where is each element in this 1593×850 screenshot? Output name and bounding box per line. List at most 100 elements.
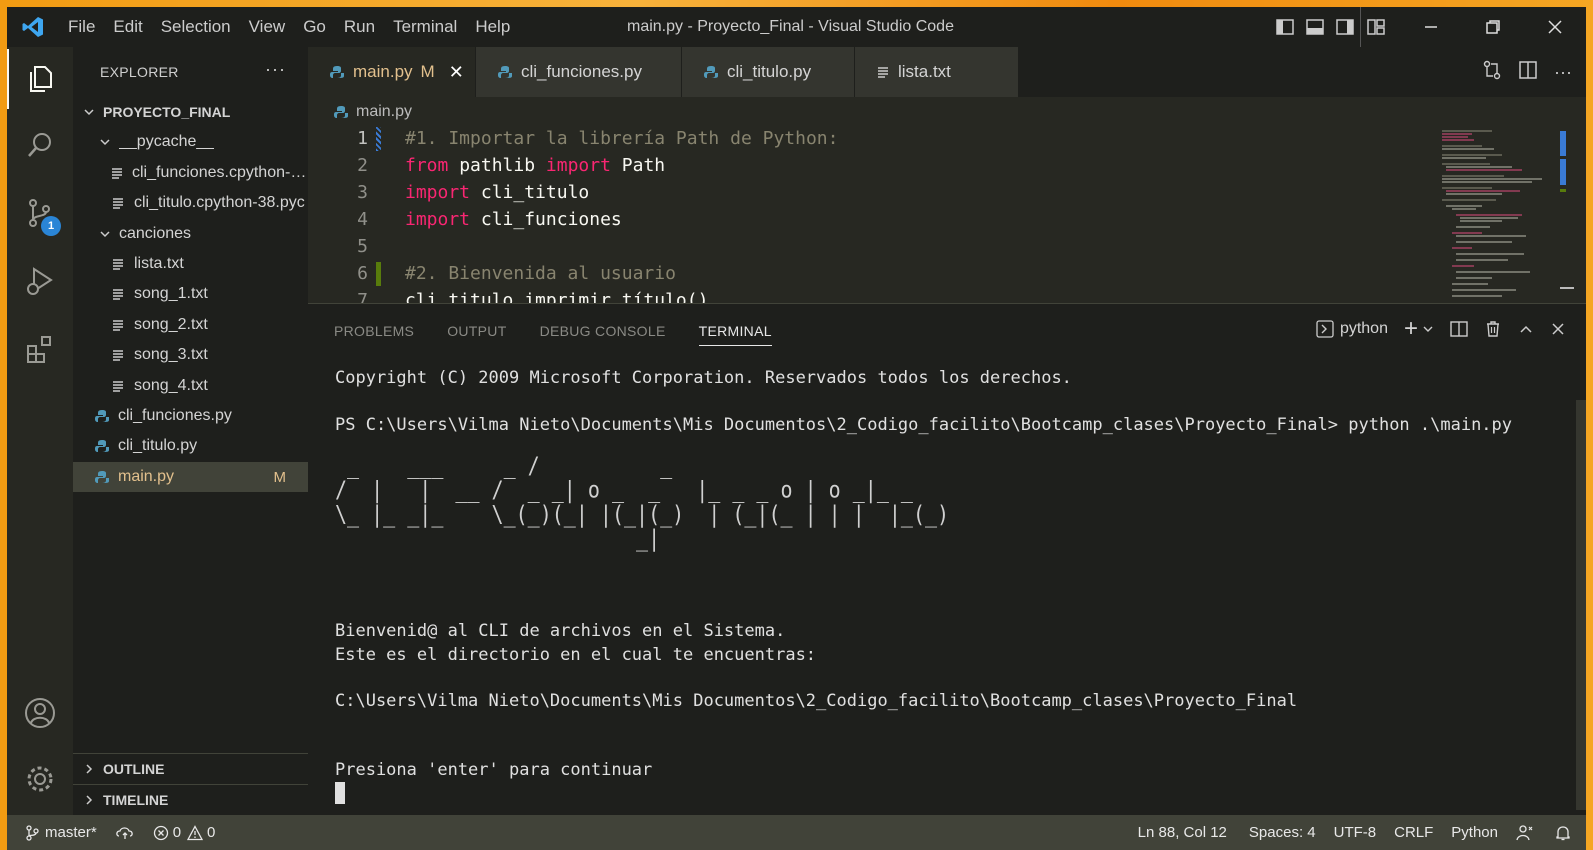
minimap[interactable] [1432,125,1582,303]
chevron-down-icon [81,104,97,120]
explorer-title: EXPLORER [100,64,179,80]
terminal-output[interactable]: Copyright (C) 2009 Microsoft Corporation… [335,368,1512,804]
tab-cli-funciones[interactable]: cli_funciones.py [476,47,682,97]
settings-gear-icon[interactable] [7,749,73,809]
file-cli-funciones-py[interactable]: cli_funciones.py [73,401,308,431]
run-debug-icon[interactable] [7,251,73,311]
timeline-section[interactable]: TIMELINE [73,784,308,814]
encoding[interactable]: UTF-8 [1325,815,1386,850]
menu-go[interactable]: Go [294,7,335,47]
vscode-logo-icon[interactable] [7,7,59,47]
text-file-icon [111,165,123,181]
file-cli-funciones-pyc[interactable]: cli_funciones.cpython-38.pyc [73,158,308,188]
extensions-icon[interactable] [7,319,73,379]
explorer-icon[interactable] [7,49,73,109]
python-file-icon [95,438,109,454]
branch-status[interactable]: master* [7,815,106,850]
close-tab-icon[interactable]: ✕ [449,62,464,83]
terminal-shell-name[interactable]: python [1340,320,1388,338]
panel-actions: python + [1316,314,1566,344]
text-file-icon [877,66,889,78]
language-mode[interactable]: Python [1442,815,1507,850]
search-icon[interactable] [7,115,73,175]
code-editor[interactable]: 1 #1. Importar la librería Path de Python… [308,125,1428,303]
sync-icon[interactable] [106,815,144,850]
split-editor-icon[interactable] [1518,60,1538,85]
text-file-icon [111,347,125,363]
indentation[interactable]: Spaces: 4 [1240,815,1325,850]
ascii-banner: _ ___ _ / _ / | | __ / _ _| o _ _ |_ _ _… [335,451,950,552]
toggle-secondary-sidebar-icon[interactable] [1330,7,1360,47]
new-terminal-icon[interactable]: + [1404,317,1418,341]
tab-output[interactable]: OUTPUT [447,316,506,346]
accounts-icon[interactable] [7,683,73,743]
file-main-py[interactable]: main.py M [73,462,308,492]
end-of-line[interactable]: CRLF [1385,815,1442,850]
problems-status[interactable]: 0 0 [144,815,225,850]
toggle-panel-icon[interactable] [1300,7,1330,47]
text-file-icon [111,195,125,211]
chevron-down-icon[interactable] [1422,323,1434,335]
restore-icon[interactable] [1462,7,1524,47]
project-root[interactable]: PROYECTO_FINAL [73,97,308,127]
menu-run[interactable]: Run [335,7,384,47]
terminal-dir-msg: Este es el directorio en el cual te encu… [335,645,817,665]
close-window-icon[interactable] [1524,7,1586,47]
panel-tabs: PROBLEMS OUTPUT DEBUG CONSOLE TERMINAL [334,316,772,346]
tab-problems[interactable]: PROBLEMS [334,316,414,346]
menu-terminal[interactable]: Terminal [384,7,466,47]
chevron-right-icon [81,792,97,808]
text-file-icon [111,317,125,333]
tab-terminal[interactable]: TERMINAL [698,316,772,346]
python-file-icon [95,469,109,485]
file-song-1[interactable]: song_1.txt [73,279,308,309]
compare-changes-icon[interactable] [1482,60,1502,85]
file-song-2[interactable]: song_2.txt [73,310,308,340]
tab-debug-console[interactable]: DEBUG CONSOLE [540,316,666,346]
cursor-position[interactable]: Ln 88, Col 12 [1129,815,1236,850]
close-panel-icon[interactable] [1550,321,1566,337]
activity-bar: 1 [7,47,73,815]
more-editor-actions-icon[interactable]: ··· [1554,62,1572,83]
text-file-icon [111,286,125,302]
tab-lista-txt[interactable]: lista.txt [855,47,1019,97]
menu-view[interactable]: View [240,7,295,47]
file-song-4[interactable]: song_4.txt [73,371,308,401]
menu-edit[interactable]: Edit [104,7,151,47]
code-line: 2 from pathlib import Path [357,155,666,176]
feedback-icon[interactable] [1507,815,1545,850]
minimize-icon[interactable] [1400,7,1462,47]
chevron-up-icon[interactable] [1518,321,1534,337]
toggle-sidebar-icon[interactable] [1270,7,1300,47]
customize-layout-icon[interactable] [1360,7,1390,47]
editor-actions: ··· [1482,47,1572,97]
file-cli-titulo-pyc[interactable]: cli_titulo.cpython-38.pyc [73,188,308,218]
more-actions-icon[interactable]: ··· [265,59,286,80]
breadcrumb[interactable]: main.py [334,100,412,124]
modified-badge: M [273,468,287,486]
chevron-right-icon [81,761,97,777]
menu-selection[interactable]: Selection [152,7,240,47]
file-lista-txt[interactable]: lista.txt [73,249,308,279]
terminal-scrollbar[interactable] [1576,400,1586,810]
menu-file[interactable]: File [59,7,104,47]
tab-cli-titulo[interactable]: cli_titulo.py [682,47,855,97]
trash-icon[interactable] [1484,320,1502,338]
editor-tabs: main.py M ✕ cli_funciones.py cli_titulo.… [308,47,1586,97]
scm-badge: 1 [41,216,61,236]
source-control-icon[interactable]: 1 [7,183,73,243]
tab-main-py[interactable]: main.py M ✕ [308,47,476,97]
bottom-panel: PROBLEMS OUTPUT DEBUG CONSOLE TERMINAL p… [308,303,1586,815]
split-terminal-icon[interactable] [1450,320,1468,338]
folder-pycache[interactable]: __pycache__ [73,127,308,157]
outline-section[interactable]: OUTLINE [73,753,308,783]
status-bar: master* 0 0 Ln 88, Col 12 Spaces: 4 UTF-… [7,815,1586,850]
folder-canciones[interactable]: canciones [73,219,308,249]
python-file-icon [334,105,348,119]
warning-icon [187,824,204,841]
menu-help[interactable]: Help [466,7,519,47]
terminal-welcome: Bienvenid@ al CLI de archivos en el Sist… [335,621,786,641]
file-song-3[interactable]: song_3.txt [73,340,308,370]
notifications-bell-icon[interactable] [1545,815,1586,850]
file-cli-titulo-py[interactable]: cli_titulo.py [73,431,308,461]
